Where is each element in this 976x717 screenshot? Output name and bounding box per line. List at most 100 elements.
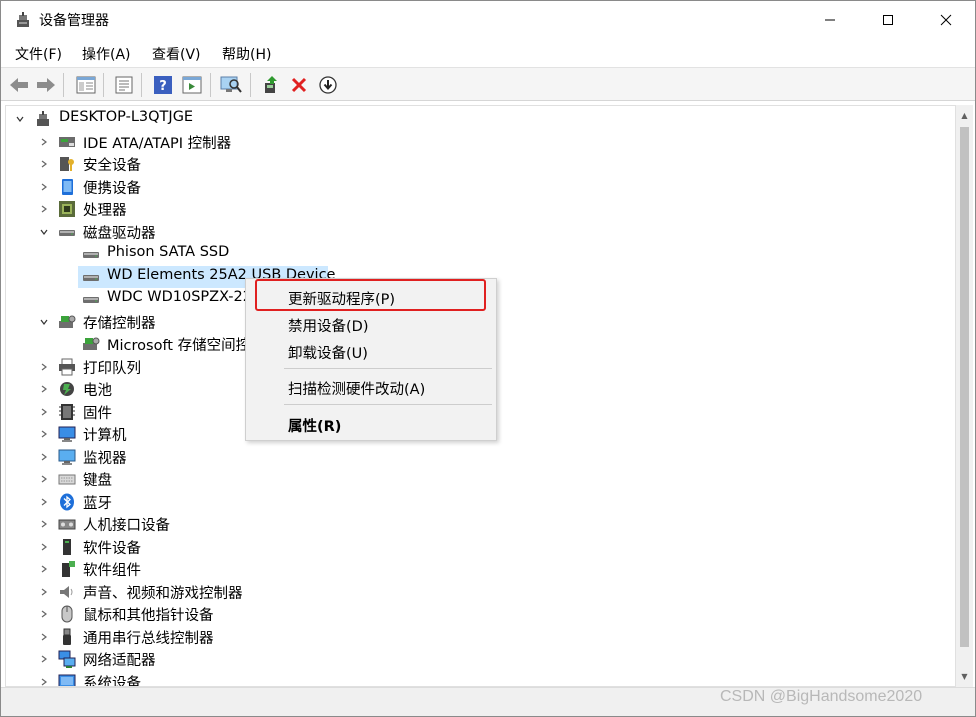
tree-item-label: 安全设备 <box>83 158 141 174</box>
scroll-down-arrow-icon[interactable]: ▼ <box>956 668 973 685</box>
scroll-up-arrow-icon[interactable]: ▲ <box>956 107 973 124</box>
tree-item-usb[interactable]: 通用串行总线控制器 <box>6 626 266 648</box>
tree-item-label: 软件组件 <box>83 563 141 579</box>
tree-item-label: 键盘 <box>83 473 112 489</box>
tree-item-portable-device[interactable]: 便携设备 <box>6 176 306 198</box>
context-scan-hardware[interactable]: 扫描检测硬件改动(A) <box>246 373 496 401</box>
chevron-right-icon[interactable] <box>38 653 50 665</box>
chevron-right-icon[interactable] <box>38 586 50 598</box>
tree-item-software-components[interactable]: 软件组件 <box>6 558 246 580</box>
uninstall-device-button[interactable] <box>288 74 310 96</box>
chevron-right-icon[interactable] <box>38 158 50 170</box>
properties-button[interactable] <box>113 74 135 96</box>
tree-item-keyboards[interactable]: 键盘 <box>6 468 246 490</box>
menu-help[interactable]: 帮助(H) <box>222 44 271 64</box>
chevron-right-icon[interactable] <box>38 541 50 553</box>
context-properties[interactable]: 属性(R) <box>246 410 496 438</box>
help-icon: ? <box>154 76 172 94</box>
tree-item-label: 计算机 <box>83 428 127 444</box>
help-button[interactable]: ? <box>152 74 174 96</box>
chevron-right-icon[interactable] <box>38 428 50 440</box>
context-separator <box>284 404 492 405</box>
menu-file[interactable]: 文件(F) <box>15 44 62 64</box>
svg-text:?: ? <box>159 79 167 94</box>
bluetooth-icon <box>60 493 74 511</box>
storage-controller-icon <box>59 315 76 328</box>
battery-icon <box>60 382 74 396</box>
toolbar-separator <box>103 73 104 97</box>
tree-item-wdc-wd10[interactable]: WDC WD10SPZX-22 <box>6 288 246 310</box>
context-uninstall-device[interactable]: 卸载设备(U) <box>246 337 496 365</box>
chevron-right-icon[interactable] <box>38 631 50 643</box>
chevron-right-icon[interactable] <box>38 676 50 686</box>
chevron-right-icon[interactable] <box>38 181 50 193</box>
ide-controller-icon <box>59 137 75 147</box>
tree-item-system-devices[interactable]: 系统设备 <box>6 671 266 686</box>
software-device-icon <box>63 539 71 555</box>
disable-device-icon <box>319 76 337 94</box>
tree-item-software-devices[interactable]: 软件设备 <box>6 536 246 558</box>
tree-root[interactable]: DESKTOP-L3QTJGE <box>6 108 306 130</box>
tree-item-network-adapters[interactable]: 网络适配器 <box>6 648 266 670</box>
tree-item-mouse[interactable]: 鼠标和其他指针设备 <box>6 603 266 625</box>
tree-item-processor[interactable]: 处理器 <box>6 198 306 220</box>
usb-icon <box>63 628 71 645</box>
update-driver-button[interactable] <box>260 74 282 96</box>
tree-item-disk-drives[interactable]: 磁盘驱动器 <box>6 221 306 243</box>
chevron-right-icon[interactable] <box>38 496 50 508</box>
minimize-button[interactable] <box>801 1 859 39</box>
chevron-right-icon[interactable] <box>38 563 50 575</box>
tree-item-label: 软件设备 <box>83 541 141 557</box>
console-tree-button[interactable] <box>75 74 97 96</box>
tree-item-battery[interactable]: 电池 <box>6 378 246 400</box>
sound-icon <box>60 586 73 598</box>
title-bar: 设备管理器 <box>1 1 975 39</box>
tree-item-hid[interactable]: 人机接口设备 <box>6 513 246 535</box>
tree-item-phison-ssd[interactable]: Phison SATA SSD <box>6 243 306 265</box>
vertical-scrollbar[interactable]: ▲ ▼ <box>956 105 973 687</box>
menu-action[interactable]: 操作(A) <box>82 44 131 64</box>
tree-item-storage-controllers[interactable]: 存储控制器 <box>6 311 246 333</box>
firmware-icon <box>59 404 75 420</box>
scan-hardware-button[interactable] <box>220 74 242 96</box>
scrollbar-thumb[interactable] <box>960 127 969 647</box>
chevron-right-icon[interactable] <box>38 136 50 148</box>
close-icon <box>940 14 952 26</box>
chevron-right-icon[interactable] <box>38 451 50 463</box>
toolbar-separator <box>250 73 251 97</box>
close-button[interactable] <box>917 1 975 39</box>
disable-device-button[interactable] <box>317 74 339 96</box>
chevron-down-icon[interactable] <box>38 226 50 238</box>
tree-item-security-device[interactable]: 安全设备 <box>6 153 306 175</box>
tree-item-monitors[interactable]: 监视器 <box>6 446 246 468</box>
software-component-icon <box>62 561 75 577</box>
tree-item-computer[interactable]: 计算机 <box>6 423 246 445</box>
chevron-down-icon[interactable] <box>14 113 26 125</box>
tree-item-ide-controller[interactable]: IDE ATA/ATAPI 控制器 <box>6 131 306 153</box>
tree-root-label: DESKTOP-L3QTJGE <box>59 109 194 125</box>
chevron-right-icon[interactable] <box>38 608 50 620</box>
chevron-right-icon[interactable] <box>38 406 50 418</box>
chevron-right-icon[interactable] <box>38 383 50 395</box>
back-button[interactable] <box>8 74 30 96</box>
maximize-button[interactable] <box>859 1 917 39</box>
context-disable-device[interactable]: 禁用设备(D) <box>246 310 496 338</box>
system-device-icon <box>58 674 76 686</box>
menu-view[interactable]: 查看(V) <box>152 44 201 64</box>
chevron-down-icon[interactable] <box>38 316 50 328</box>
tree-item-sound-video[interactable]: 声音、视频和游戏控制器 <box>6 581 266 603</box>
chevron-right-icon[interactable] <box>38 473 50 485</box>
tree-item-microsoft-storage[interactable]: Microsoft 存储空间控 <box>6 333 246 355</box>
printer-icon <box>59 358 75 376</box>
tree-item-label: 声音、视频和游戏控制器 <box>83 586 243 602</box>
run-action-button[interactable] <box>181 74 203 96</box>
forward-button[interactable] <box>35 74 57 96</box>
context-item-label: 属性(R) <box>288 419 342 435</box>
tree-item-print-queues[interactable]: 打印队列 <box>6 356 246 378</box>
tree-item-firmware[interactable]: 固件 <box>6 401 246 423</box>
properties-icon <box>115 76 133 94</box>
chevron-right-icon[interactable] <box>38 203 50 215</box>
chevron-right-icon[interactable] <box>38 361 50 373</box>
chevron-right-icon[interactable] <box>38 518 50 530</box>
tree-item-bluetooth[interactable]: 蓝牙 <box>6 491 246 513</box>
